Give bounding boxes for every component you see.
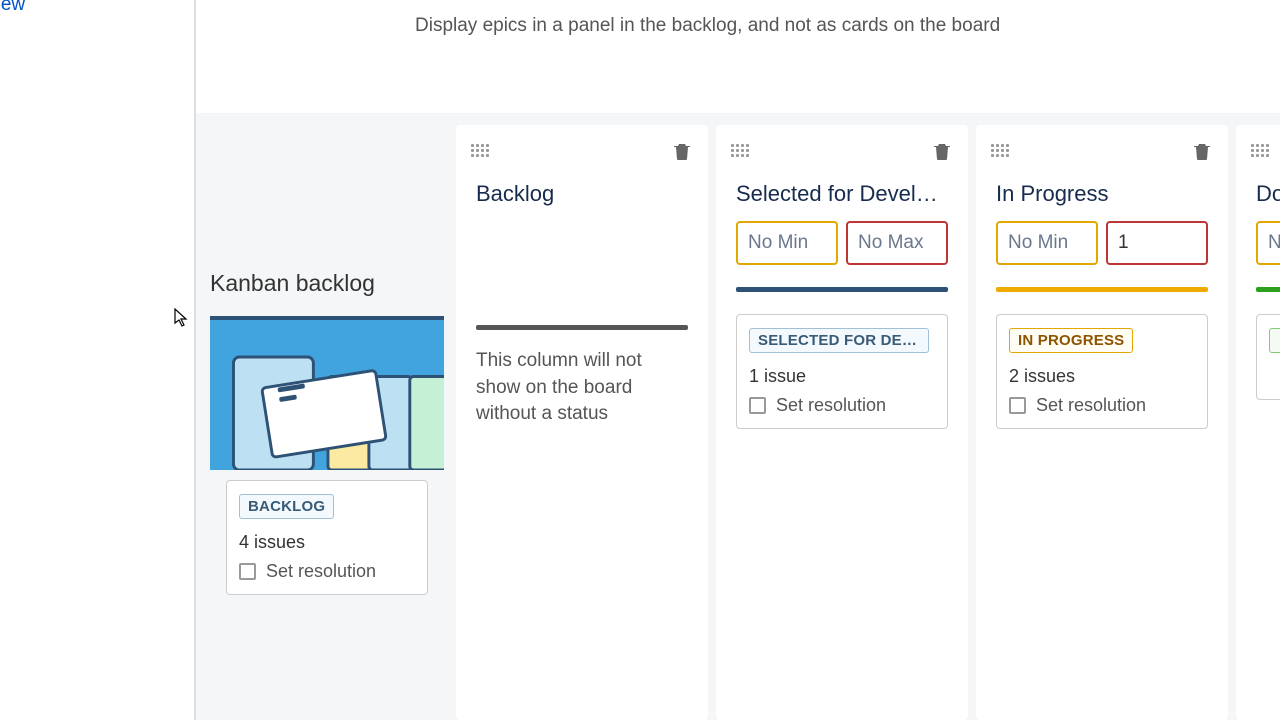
column-title-selected[interactable]: Selected for Development xyxy=(716,173,968,207)
inprogress-set-resolution-checkbox[interactable] xyxy=(1009,397,1026,414)
done-issue-count xyxy=(1269,366,1280,387)
column-selected: Selected for Development No Min No Max S… xyxy=(716,125,968,720)
column-backlog: Backlog This column will not show on the… xyxy=(456,125,708,720)
sidebar-link-detail-view[interactable]: ail View xyxy=(0,0,25,16)
kanban-backlog-status-card[interactable]: BACKLOG 4 issues Set resolution xyxy=(226,480,428,595)
min-limit-input[interactable]: No Min xyxy=(996,221,1098,265)
selected-set-resolution-checkbox[interactable] xyxy=(749,397,766,414)
max-limit-input[interactable]: No Max xyxy=(846,221,948,265)
column-title-backlog[interactable]: Backlog xyxy=(456,173,708,207)
mouse-cursor-icon xyxy=(174,308,190,328)
status-lozenge-backlog: BACKLOG xyxy=(239,494,334,519)
delete-column-icon[interactable] xyxy=(674,142,694,164)
column-done: Done N xyxy=(1236,125,1280,720)
status-lozenge-done xyxy=(1269,328,1280,353)
drag-handle-icon[interactable] xyxy=(1250,143,1274,163)
column-note-backlog: This column will not show on the board w… xyxy=(456,330,708,428)
backlog-set-resolution-checkbox[interactable] xyxy=(239,563,256,580)
epic-panel-description: Display epics in a panel in the backlog,… xyxy=(415,15,1000,37)
drag-handle-icon[interactable] xyxy=(470,143,494,163)
selected-issue-count: 1 issue xyxy=(749,366,935,387)
kanban-backlog-illustration xyxy=(210,316,444,470)
min-limit-input[interactable]: N xyxy=(1256,221,1280,265)
column-bar-inprogress xyxy=(996,287,1208,292)
inprogress-issue-count: 2 issues xyxy=(1009,366,1195,387)
max-limit-input[interactable]: 1 xyxy=(1106,221,1208,265)
backlog-set-resolution-label: Set resolution xyxy=(266,561,376,582)
status-card-selected[interactable]: SELECTED FOR DEVELOPMENT 1 issue Set res… xyxy=(736,314,948,429)
kanban-backlog-title: Kanban backlog xyxy=(210,270,375,297)
selected-set-resolution-label: Set resolution xyxy=(776,395,886,416)
backlog-issue-count: 4 issues xyxy=(239,532,415,553)
status-lozenge-inprogress: IN PROGRESS xyxy=(1009,328,1133,353)
inprogress-set-resolution-label: Set resolution xyxy=(1036,395,1146,416)
drag-handle-icon[interactable] xyxy=(730,143,754,163)
min-limit-input[interactable]: No Min xyxy=(736,221,838,265)
status-lozenge-selected: SELECTED FOR DEVELOPMENT xyxy=(749,328,929,353)
column-bar-done xyxy=(1256,287,1280,292)
column-inprogress: In Progress No Min 1 IN PROGRESS 2 issue… xyxy=(976,125,1228,720)
column-title-inprogress[interactable]: In Progress xyxy=(976,173,1228,207)
delete-column-icon[interactable] xyxy=(1194,142,1214,164)
status-card-inprogress[interactable]: IN PROGRESS 2 issues Set resolution xyxy=(996,314,1208,429)
column-bar-selected xyxy=(736,287,948,292)
drag-handle-icon[interactable] xyxy=(990,143,1014,163)
column-title-done[interactable]: Done xyxy=(1236,173,1280,207)
status-card-done[interactable] xyxy=(1256,314,1280,400)
delete-column-icon[interactable] xyxy=(934,142,954,164)
